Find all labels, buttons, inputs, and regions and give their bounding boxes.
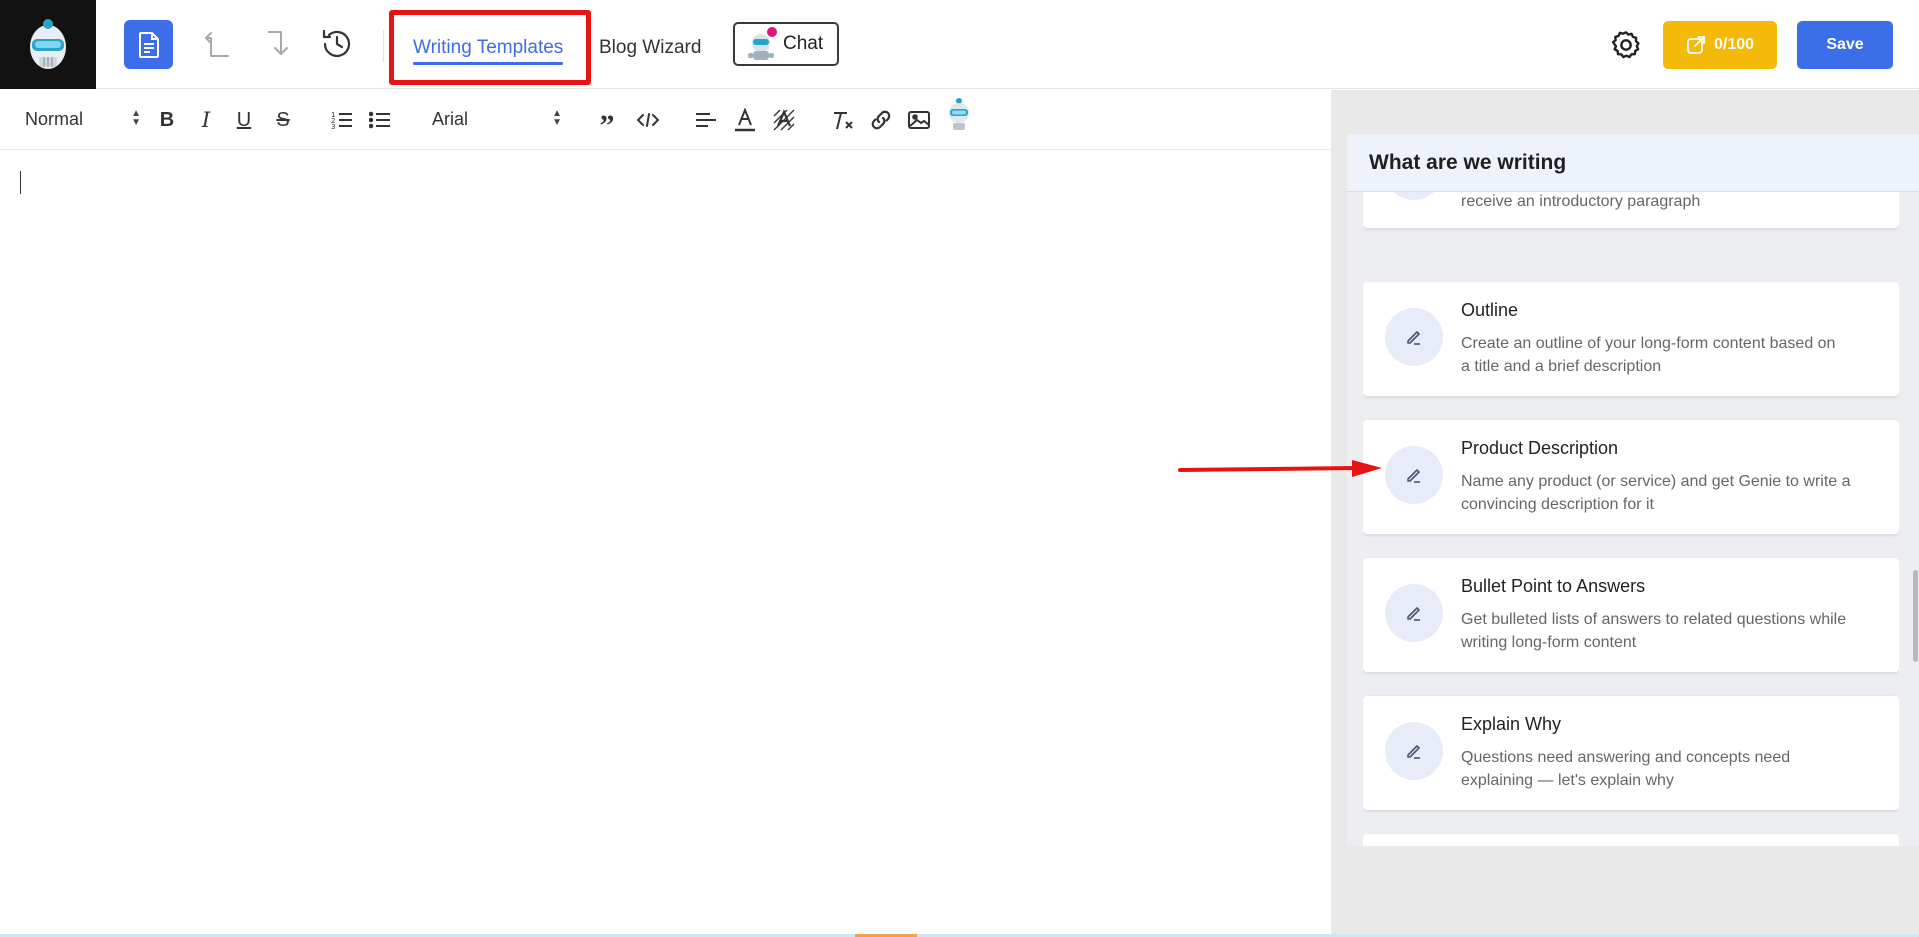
template-card-icon-circle — [1385, 192, 1443, 200]
text-caret — [20, 171, 21, 194]
template-card-desc-line2: convincing description for it — [1461, 496, 1654, 513]
credits-button[interactable]: 0/100 — [1663, 21, 1777, 69]
gear-icon — [1611, 31, 1640, 59]
template-card-outline[interactable]: Outline Create an outline of your long-f… — [1363, 282, 1899, 396]
template-card-desc-line2: explaining — let's explain why — [1461, 772, 1674, 789]
template-card-icon-circle — [1385, 722, 1443, 780]
document-button[interactable] — [124, 20, 173, 69]
italic-button[interactable]: I — [196, 104, 216, 136]
editor-area[interactable] — [0, 151, 1331, 937]
block-format-select[interactable]: Normal ▲ ▼ — [25, 102, 141, 136]
upgrade-icon — [1687, 36, 1705, 54]
template-card-desc: receive an introductory paragraph — [1461, 193, 1701, 210]
image-icon — [908, 111, 930, 129]
template-card-list[interactable]: receive an introductory paragraph Outlin… — [1363, 192, 1899, 846]
redo-button[interactable] — [261, 26, 297, 62]
link-icon — [871, 110, 891, 130]
clear-format-icon — [834, 112, 853, 130]
italic-icon: I — [201, 108, 211, 132]
save-button[interactable]: Save — [1797, 21, 1893, 69]
bold-button[interactable]: B — [157, 104, 177, 136]
template-card-partial[interactable]: receive an introductory paragraph — [1363, 192, 1899, 228]
document-icon — [138, 31, 159, 58]
underline-button[interactable]: U — [234, 104, 254, 136]
panel-scrollbar[interactable] — [1913, 570, 1918, 662]
chat-button[interactable]: Chat — [733, 22, 839, 66]
bullet-list-icon — [369, 111, 390, 129]
template-card-title: Explain Why — [1461, 714, 1562, 734]
clear-format-button[interactable] — [831, 104, 855, 136]
template-card-partial-bottom[interactable] — [1363, 834, 1899, 846]
template-card-icon-circle — [1385, 308, 1443, 366]
underline-icon: U — [236, 108, 252, 131]
template-card-title: Outline — [1461, 300, 1519, 320]
ordered-list-button[interactable]: 1 2 3 — [330, 104, 354, 136]
align-button[interactable] — [694, 104, 718, 136]
template-card-desc-line1: Create an outline of your long-form cont… — [1461, 335, 1836, 352]
header-divider — [383, 30, 384, 62]
template-card-desc-line1: Questions need answering and concepts ne… — [1461, 749, 1791, 766]
robot-logo-icon — [30, 18, 66, 69]
template-card-desc-line2: a title and a brief description — [1461, 358, 1662, 375]
code-button[interactable] — [635, 104, 661, 136]
redo-arrow-icon — [268, 31, 288, 55]
pencil-icon — [1407, 607, 1420, 621]
pencil-icon — [1407, 745, 1420, 759]
tab-blog-wizard[interactable]: Blog Wizard — [599, 37, 701, 59]
block-format-value: Normal — [25, 108, 84, 129]
tab-writing-templates[interactable]: Writing Templates — [413, 37, 564, 65]
pencil-icon — [1407, 469, 1420, 483]
panel-title: What are we writing — [1347, 134, 1919, 192]
text-color-icon — [735, 108, 755, 132]
font-select-arrows-icon: ▲ ▼ — [552, 108, 562, 128]
app-logo[interactable] — [0, 0, 96, 89]
history-icon — [322, 29, 351, 57]
font-select[interactable]: Arial ▲ ▼ — [432, 102, 562, 136]
quote-icon: ” — [599, 109, 615, 142]
top-header: Writing Templates Blog Wizard Chat 0/100… — [0, 0, 1919, 89]
highlight-color-button[interactable] — [771, 104, 797, 136]
template-card-icon-circle — [1385, 584, 1443, 642]
robot-assistant-icon — [949, 98, 969, 130]
ordered-list-icon: 1 2 3 — [331, 111, 352, 130]
bold-icon: B — [159, 108, 175, 131]
font-value: Arial — [432, 108, 469, 129]
undo-arrow-icon — [205, 32, 229, 57]
undo-button[interactable] — [199, 26, 235, 62]
code-icon — [637, 113, 659, 127]
template-card-title: Product Description — [1461, 438, 1619, 458]
template-card-product-description[interactable]: Product Description Name any product (or… — [1363, 420, 1899, 534]
template-card-desc-line2: writing long-form content — [1461, 634, 1637, 651]
pencil-icon — [1407, 331, 1420, 345]
blockquote-button[interactable]: ” — [596, 104, 618, 142]
template-card-bullet-point-to-answers[interactable]: Bullet Point to Answers Get bulleted lis… — [1363, 558, 1899, 672]
templates-panel: What are we writing receive an introduct… — [1347, 134, 1919, 846]
chat-label: Chat — [783, 33, 824, 54]
image-button[interactable] — [907, 104, 931, 136]
link-button[interactable] — [869, 104, 893, 136]
align-left-icon — [696, 113, 716, 127]
bullet-list-button[interactable] — [368, 104, 392, 136]
settings-button[interactable] — [1607, 26, 1645, 64]
formatting-toolbar: Normal ▲ ▼ B I U S 1 2 3 Arial ▲ ▼ ” — [0, 90, 1331, 150]
svg-text:3: 3 — [331, 123, 335, 130]
template-card-icon-circle — [1385, 446, 1443, 504]
chat-robot-icon — [748, 27, 777, 60]
text-color-button[interactable] — [733, 104, 757, 136]
template-card-desc-line1: Name any product (or service) and get Ge… — [1461, 473, 1851, 490]
template-card-explain-why[interactable]: Explain Why Questions need answering and… — [1363, 696, 1899, 810]
history-button[interactable] — [319, 26, 355, 62]
ai-assistant-button[interactable] — [944, 98, 974, 130]
background-color-icon — [773, 109, 795, 131]
select-arrows-icon: ▲ ▼ — [131, 108, 141, 128]
red-arrow-annotation — [1178, 460, 1382, 477]
template-card-desc-line1: Get bulleted lists of answers to related… — [1461, 611, 1847, 628]
strike-button[interactable]: S — [273, 104, 293, 136]
credits-label: 0/100 — [1713, 36, 1755, 53]
template-card-title: Bullet Point to Answers — [1461, 576, 1646, 596]
strikethrough-icon: S — [276, 108, 290, 131]
